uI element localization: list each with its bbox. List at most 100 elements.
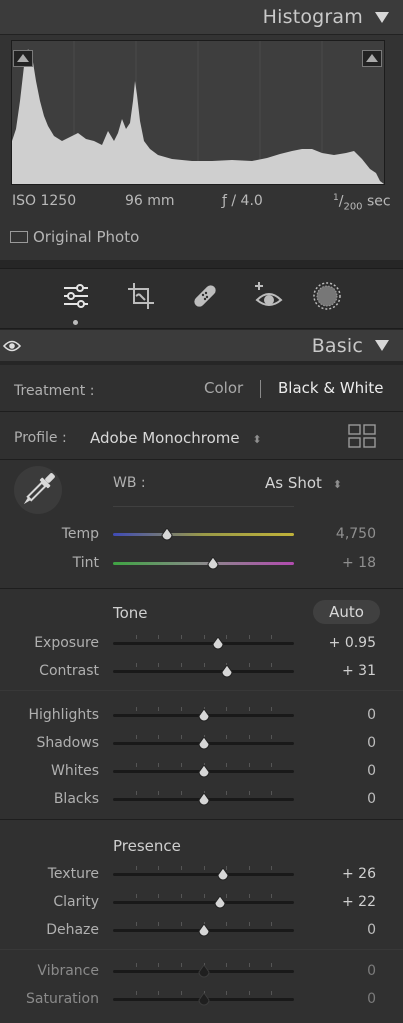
shadows-thumb[interactable] — [197, 736, 211, 750]
clarity-thumb[interactable] — [213, 895, 227, 909]
updown-arrow-icon: ⬍ — [252, 433, 262, 446]
divider — [0, 588, 403, 589]
dehaze-slider[interactable] — [113, 922, 294, 937]
exposure-track — [113, 642, 294, 645]
shadows-value[interactable]: 0 — [296, 735, 376, 751]
tint-value[interactable]: + 18 — [296, 555, 376, 571]
tint-thumb[interactable] — [206, 556, 220, 570]
highlights-slider[interactable] — [113, 707, 294, 722]
basic-title: Basic — [311, 334, 363, 357]
saturation-label: Saturation — [26, 991, 99, 1007]
wb-eyedropper-icon[interactable] — [14, 466, 62, 514]
profile-browser-grid-icon[interactable] — [348, 424, 376, 452]
exposure-ticks — [113, 635, 294, 640]
shutter-unit: sec — [367, 193, 391, 210]
presence-heading: Presence — [113, 837, 181, 855]
exposure-value[interactable]: + 0.95 — [296, 635, 376, 651]
masking-icon[interactable] — [311, 280, 343, 312]
temp-value[interactable]: 4,750 — [296, 526, 376, 542]
clarity-ticks — [113, 894, 294, 899]
shutter-readout: 1/200 sec — [333, 193, 391, 213]
texture-label: Texture — [47, 866, 99, 882]
profile-label: Profile : — [14, 430, 67, 446]
divider — [0, 459, 403, 460]
treatment-bw-option[interactable]: Black & White — [278, 379, 383, 397]
clarity-slider[interactable] — [113, 894, 294, 909]
tool-strip — [0, 268, 403, 329]
clarity-track — [113, 901, 294, 904]
collapse-triangle-icon[interactable] — [375, 340, 389, 351]
contrast-value[interactable]: + 31 — [296, 663, 376, 679]
divider — [0, 819, 403, 820]
eye-icon[interactable] — [2, 338, 22, 357]
shutter-denominator: 200 — [343, 201, 363, 213]
wb-underline — [113, 506, 294, 507]
healing-bandage-icon[interactable] — [189, 280, 221, 312]
treatment-label: Treatment : — [14, 383, 95, 399]
dehaze-thumb[interactable] — [197, 923, 211, 937]
texture-track — [113, 873, 294, 876]
iso-readout: ISO 1250 — [12, 193, 77, 209]
saturation-slider[interactable] — [113, 991, 294, 1006]
whites-thumb[interactable] — [197, 764, 211, 778]
texture-thumb[interactable] — [216, 867, 230, 881]
wb-value: As Shot — [265, 474, 322, 492]
contrast-track — [113, 670, 294, 673]
divider — [0, 949, 403, 950]
whites-label: Whites — [50, 763, 99, 779]
treatment-color-option[interactable]: Color — [204, 379, 243, 397]
collapse-triangle-icon[interactable] — [375, 11, 389, 23]
whites-value[interactable]: 0 — [296, 763, 376, 779]
contrast-label: Contrast — [39, 663, 99, 679]
contrast-thumb[interactable] — [220, 664, 234, 678]
vibrance-label: Vibrance — [37, 963, 99, 979]
dehaze-value[interactable]: 0 — [296, 922, 376, 938]
tint-slider[interactable] — [113, 556, 294, 570]
vibrance-slider[interactable] — [113, 963, 294, 978]
contrast-ticks — [113, 663, 294, 668]
wb-label: WB : — [113, 475, 146, 491]
texture-value[interactable]: + 26 — [296, 866, 376, 882]
tint-label: Tint — [72, 555, 99, 571]
exposure-thumb[interactable] — [211, 636, 225, 650]
red-eye-icon[interactable] — [253, 280, 285, 312]
clarity-value[interactable]: + 22 — [296, 894, 376, 910]
basic-header[interactable]: Basic — [0, 330, 403, 361]
updown-arrow-icon: ⬍ — [332, 478, 342, 491]
histogram-header[interactable]: Histogram — [0, 0, 403, 34]
original-photo-checkbox[interactable]: Original Photo — [10, 228, 139, 246]
histogram-graph[interactable] — [11, 40, 385, 185]
shadows-slider[interactable] — [113, 735, 294, 750]
divider — [0, 690, 403, 691]
auto-tone-button[interactable]: Auto — [313, 600, 380, 624]
blacks-thumb[interactable] — [197, 792, 211, 806]
blacks-slider[interactable] — [113, 791, 294, 806]
highlights-value[interactable]: 0 — [296, 707, 376, 723]
temp-slider[interactable] — [113, 527, 294, 541]
blacks-value[interactable]: 0 — [296, 791, 376, 807]
contrast-slider[interactable] — [113, 663, 294, 678]
vibrance-thumb[interactable] — [197, 964, 211, 978]
shadows-label: Shadows — [36, 735, 99, 751]
saturation-thumb[interactable] — [197, 992, 211, 1006]
treatment-divider — [260, 380, 261, 398]
saturation-value[interactable]: 0 — [296, 991, 376, 1007]
shadow-clipping-toggle[interactable] — [13, 50, 33, 67]
whites-slider[interactable] — [113, 763, 294, 778]
tone-heading: Tone — [113, 604, 148, 622]
original-photo-label: Original Photo — [33, 228, 140, 246]
temp-thumb[interactable] — [160, 527, 174, 541]
highlights-thumb[interactable] — [197, 708, 211, 722]
temp-label: Temp — [61, 526, 99, 542]
highlight-clipping-toggle[interactable] — [362, 50, 382, 67]
histogram-curve — [12, 41, 384, 184]
temp-track — [113, 533, 294, 536]
wb-select[interactable]: As Shot ⬍ — [265, 474, 342, 492]
exposure-slider[interactable] — [113, 635, 294, 650]
texture-slider[interactable] — [113, 866, 294, 881]
divider — [0, 411, 403, 412]
profile-select[interactable]: Adobe Monochrome ⬍ — [90, 429, 262, 447]
edit-sliders-icon[interactable] — [60, 280, 92, 312]
crop-icon[interactable] — [125, 280, 157, 312]
vibrance-value[interactable]: 0 — [296, 963, 376, 979]
